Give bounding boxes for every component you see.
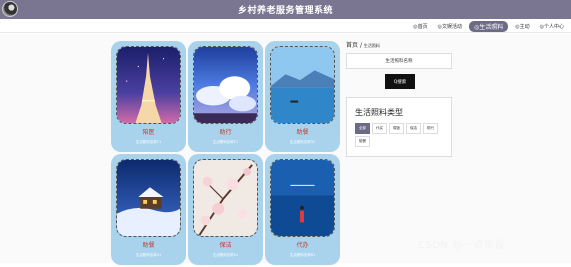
nav-item-profile[interactable]: ◎个人中心	[537, 22, 567, 31]
category-item[interactable]: 助行	[423, 123, 438, 134]
card-subtitle: 生活照料名称51	[212, 253, 239, 257]
card-title: 助餐	[142, 242, 155, 249]
service-card[interactable]: 助餐 生活照料名称41	[111, 154, 186, 265]
nav-item-activities[interactable]: ◎文娱活动	[435, 22, 465, 31]
category-panel: 生活照料类型 全部 代买 喂饭 保洁 助行 陪餐	[346, 97, 452, 157]
card-image-sea	[270, 159, 335, 237]
site-title: 乡村养老服务管理系统	[237, 6, 333, 16]
card-title: 助行	[219, 129, 232, 136]
card-title: 保洁	[219, 242, 232, 249]
card-subtitle: 生活照料名称21	[212, 140, 239, 144]
card-title: 代办	[296, 242, 309, 249]
breadcrumb-home[interactable]: 首页	[346, 42, 358, 49]
category-item[interactable]: 代买	[372, 123, 387, 134]
nav-item-life-care[interactable]: ◎生活照料	[469, 21, 509, 32]
card-image-eiffel	[116, 46, 181, 124]
card-subtitle: 生活照料名称11	[135, 140, 162, 144]
service-card[interactable]: 助行 生活照料名称21	[188, 41, 263, 152]
category-item[interactable]: 全部	[355, 123, 370, 134]
sidebar: 首页 / 生活照料 生活照料名称 Q搜索 生活照料类型 全部 代买 喂饭 保洁 …	[346, 40, 454, 157]
service-card[interactable]: 代办 生活照料名称61	[265, 154, 340, 265]
category-item[interactable]: 喂饭	[389, 123, 404, 134]
watermark: CSDN @一点毕设	[418, 240, 505, 251]
card-subtitle: 生活照料名称31	[289, 140, 316, 144]
category-list: 全部 代买 喂饭 保洁 助行 陪餐	[355, 123, 443, 147]
card-image-snow-house	[116, 159, 181, 237]
breadcrumb-separator: /	[359, 42, 362, 49]
card-subtitle: 生活照料名称41	[135, 253, 162, 257]
card-image-lake	[270, 46, 335, 124]
nav-item-main[interactable]: ◎主动	[512, 22, 532, 31]
card-title: 陪医	[142, 129, 155, 136]
breadcrumb: 首页 / 生活照料	[346, 40, 454, 49]
category-item[interactable]: 保洁	[406, 123, 421, 134]
breadcrumb-current: 生活照料	[363, 43, 380, 48]
card-image-blossom	[193, 159, 258, 237]
service-card[interactable]: 助餐 生活照料名称31	[265, 41, 340, 152]
card-title: 助餐	[296, 129, 309, 136]
service-card[interactable]: 保洁 生活照料名称51	[188, 154, 263, 265]
search-input[interactable]: 生活照料名称	[346, 53, 452, 69]
card-image-clouds	[193, 46, 258, 124]
top-header: 乡村养老服务管理系统	[0, 0, 571, 19]
search-button[interactable]: Q搜索	[385, 74, 415, 89]
service-card-grid: 陪医 生活照料名称11 助行 生活照料名称21 助餐 生活照料名称31 助餐 生…	[111, 41, 340, 267]
category-title: 生活照料类型	[355, 108, 403, 117]
nav-item-home[interactable]: ◎首页	[410, 22, 430, 31]
category-item[interactable]: 陪餐	[355, 136, 370, 147]
card-subtitle: 生活照料名称61	[289, 253, 316, 257]
main-nav: ◎首页 ◎文娱活动 ◎生活照料 ◎主动 ◎个人中心	[0, 19, 571, 33]
service-card[interactable]: 陪医 生活照料名称11	[111, 41, 186, 152]
